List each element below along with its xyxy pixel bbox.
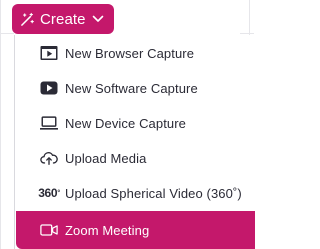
- menu-item-label: New Software Capture: [65, 80, 198, 96]
- 360-icon: 360 °: [38, 186, 60, 200]
- create-button-label: Create: [40, 10, 86, 28]
- menu-item-new-software-capture[interactable]: New Software Capture: [15, 70, 255, 106]
- background-divider: [0, 33, 14, 34]
- background-divider: [240, 33, 254, 34]
- menu-item-zoom-meeting[interactable]: Zoom Meeting: [16, 211, 255, 249]
- menu-item-label: Zoom Meeting: [65, 222, 150, 238]
- menu-item-new-device-capture[interactable]: New Device Capture: [15, 105, 255, 141]
- play-button-icon: [40, 79, 58, 97]
- create-dropdown-menu: New Browser Capture New Software Capture…: [14, 35, 255, 249]
- browser-play-icon: [40, 44, 58, 62]
- create-button[interactable]: Create: [12, 4, 114, 34]
- menu-item-upload-media[interactable]: Upload Media: [15, 140, 255, 176]
- menu-item-label: New Device Capture: [65, 115, 187, 131]
- menu-item-upload-spherical-video[interactable]: 360 ° Upload Spherical Video (360˚): [15, 175, 255, 211]
- menu-item-label: Upload Spherical Video (360˚): [65, 185, 242, 201]
- menu-item-label: Upload Media: [65, 150, 147, 166]
- laptop-icon: [40, 114, 58, 132]
- menu-item-label: New Browser Capture: [65, 45, 195, 61]
- background-divider: [0, 0, 1, 249]
- cloud-upload-icon: [40, 149, 58, 167]
- create-menu-screen: Create New Browser Capture New Software …: [0, 0, 255, 249]
- video-camera-icon: [40, 221, 58, 239]
- magic-wand-icon: [21, 12, 34, 26]
- chevron-down-icon: [92, 15, 103, 22]
- menu-item-new-browser-capture[interactable]: New Browser Capture: [15, 35, 255, 71]
